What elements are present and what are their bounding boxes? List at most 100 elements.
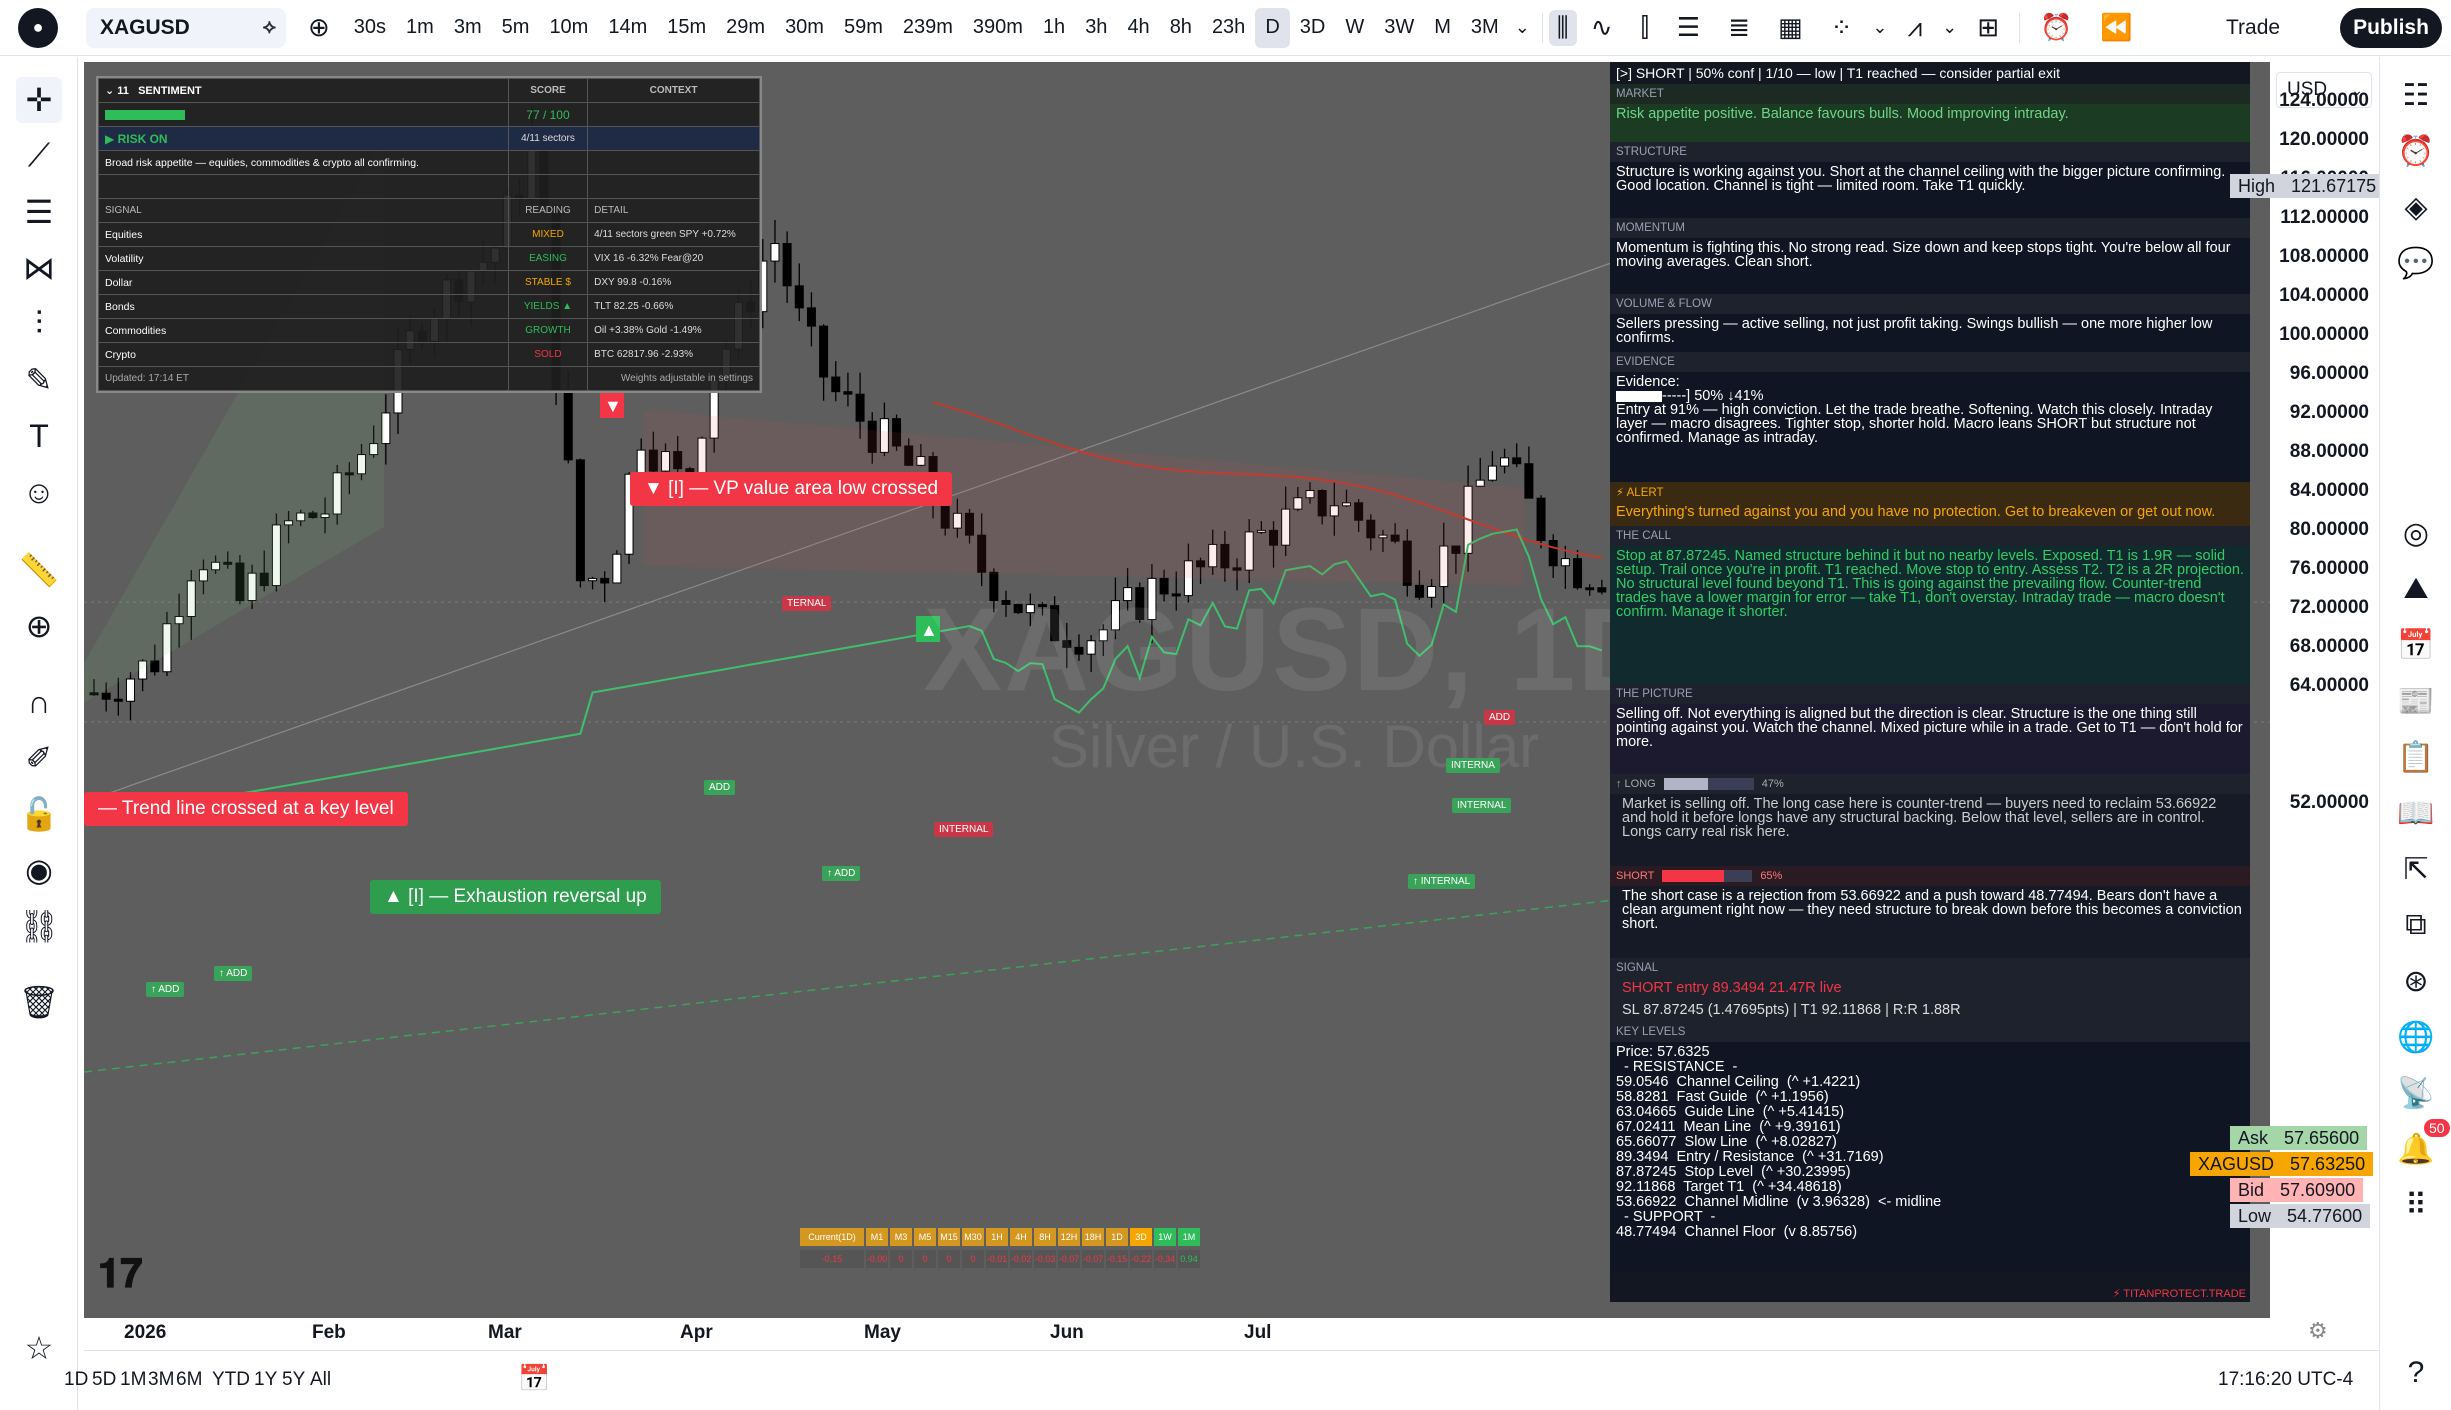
date-range-icon[interactable]: 📅 [518, 1363, 550, 1394]
app-logo[interactable]: ● [18, 7, 58, 48]
spark-icon[interactable]: ⟡ [263, 16, 276, 39]
interval-14m[interactable]: 14m [598, 8, 657, 48]
apps-grid-icon[interactable]: ⠿ [2394, 1183, 2438, 1227]
chart-pane[interactable]: ▼ ▲ XAGUSD, 1D Silver / U.S. Dollar — Tre… [84, 62, 2270, 1350]
internal-up-marker[interactable]: ↑ INTERNAL [1408, 874, 1476, 889]
ideas-icon[interactable]: ⇱ [2394, 847, 2438, 891]
interval-239m[interactable]: 239m [893, 8, 963, 48]
vp-crossed-tag[interactable]: ▼ [I] — VP value area low crossed [630, 472, 953, 506]
sentiment-table[interactable]: ⌄ 11 SENTIMENT SCORE CONTEXT 77 / 100 ▶ … [96, 76, 762, 393]
pulse-icon[interactable]: ⛰ [2394, 567, 2438, 611]
interval-23h[interactable]: 23h [1202, 8, 1255, 48]
interval-M[interactable]: M [1424, 8, 1461, 48]
pattern-icon[interactable]: ⋈ [16, 245, 62, 291]
chevron-down-icon-2[interactable]: ⌄ [1866, 17, 1893, 38]
book-icon[interactable]: 📖 [2394, 791, 2438, 835]
internal-marker-3[interactable]: INTERNA [1446, 758, 1500, 773]
candles-icon[interactable]: ⫼ [1548, 9, 1577, 46]
interval-W[interactable]: W [1335, 8, 1374, 48]
internal-marker-4[interactable]: INTERNAL [1452, 798, 1512, 813]
bell-icon[interactable]: 🔔 [2394, 1127, 2438, 1171]
range-1M[interactable]: 1M [120, 1369, 146, 1391]
interval-3h[interactable]: 3h [1075, 8, 1117, 48]
range-6M[interactable]: 6M [176, 1369, 202, 1391]
interval-1h[interactable]: 1h [1033, 8, 1075, 48]
range-5D[interactable]: 5D [92, 1369, 116, 1391]
chat-icon[interactable]: 💬 [2394, 241, 2438, 285]
interval-15m[interactable]: 15m [657, 8, 716, 48]
interval-D[interactable]: D [1255, 7, 1290, 48]
fib-icon[interactable]: ⫶ [16, 301, 62, 347]
interval-30m[interactable]: 30m [775, 8, 834, 48]
add-marker-4[interactable]: ↑ ADD [822, 866, 861, 881]
interval-4h[interactable]: 4h [1117, 8, 1159, 48]
calendar-icon[interactable]: 📅 [2394, 623, 2438, 667]
clock-display[interactable]: 17:16:20 UTC-4 [2218, 1369, 2353, 1391]
line-chart-icon[interactable]: ∿ [1577, 12, 1627, 43]
ruler-icon[interactable]: 📏 [16, 547, 62, 593]
layers-icon[interactable]: ◈ [2394, 185, 2438, 229]
interval-10m[interactable]: 10m [539, 8, 598, 48]
star-icon[interactable]: ☆ [16, 1325, 62, 1371]
trendline-icon[interactable]: ⟋ [16, 133, 62, 179]
bar-chart-icon[interactable]: ⫿ [1627, 12, 1663, 44]
brush-icon[interactable]: ✎ [16, 357, 62, 403]
tradingview-logo-icon[interactable]: 𝟏𝟕 [98, 1252, 142, 1297]
horizontal-lines-icon[interactable]: ☰ [16, 189, 62, 235]
lock-icon[interactable]: 🔓 [16, 791, 62, 837]
range-5Y[interactable]: 5Y [282, 1369, 305, 1391]
interval-8h[interactable]: 8h [1160, 8, 1202, 48]
interval-1m[interactable]: 1m [396, 8, 444, 48]
screener-icon[interactable]: 📋 [2394, 735, 2438, 779]
publish-button[interactable]: Publish [2340, 8, 2442, 48]
range-3M[interactable]: 3M [148, 1369, 174, 1391]
add-marker-right[interactable]: ADD [1484, 710, 1516, 725]
crosshair-icon[interactable]: ✛ [16, 77, 62, 123]
interval-30s[interactable]: 30s [344, 8, 396, 48]
internal-marker-2[interactable]: INTERNAL [934, 822, 994, 837]
add-marker[interactable]: ↑ ADD [146, 982, 185, 997]
range-1D[interactable]: 1D [64, 1369, 88, 1391]
trash-icon[interactable]: 🗑 [16, 979, 62, 1025]
alert-clock-icon[interactable]: ⏰ [2026, 12, 2086, 43]
add-marker-2[interactable]: ↑ ADD [214, 966, 253, 981]
replay-icon[interactable]: ⏪ [2086, 12, 2146, 43]
chevron-down-icon[interactable]: ⌄ [1509, 17, 1536, 38]
interval-3D[interactable]: 3D [1290, 8, 1336, 48]
magnet-icon[interactable]: ∩ [16, 679, 62, 725]
trade-button[interactable]: Trade [2210, 8, 2296, 48]
range-YTD[interactable]: YTD [212, 1369, 250, 1391]
stream-icon[interactable]: ⊛ [2394, 959, 2438, 1003]
internal-marker[interactable]: TERNAL [782, 596, 832, 611]
dom-icon[interactable]: ⧉ [2394, 903, 2438, 947]
eye-icon[interactable]: ◉ [16, 847, 62, 893]
watchlist-icon[interactable]: ☷ [2394, 73, 2438, 117]
add-symbol-icon[interactable]: ⊕ [294, 12, 344, 43]
globe-icon[interactable]: 🌐 [2394, 1015, 2438, 1059]
news-icon[interactable]: 📰 [2394, 679, 2438, 723]
exhaustion-tag[interactable]: ▲ [I] — Exhaustion reversal up [370, 880, 661, 914]
interval-5m[interactable]: 5m [492, 8, 540, 48]
broadcast-icon[interactable]: 📡 [2394, 1071, 2438, 1115]
target-icon[interactable]: ◎ [2394, 511, 2438, 555]
zoom-in-icon[interactable]: ⊕ [16, 603, 62, 649]
indicators-icon[interactable]: ⩘ [1893, 12, 1936, 44]
grid-icon[interactable]: ▦ [1764, 12, 1817, 43]
horizontal-bars-icon[interactable]: ≣ [1714, 12, 1764, 43]
volume-profile-icon[interactable]: ☰ [1663, 12, 1714, 43]
scatter-icon[interactable]: ⁘ [1817, 12, 1867, 43]
emoji-icon[interactable]: ☺ [16, 469, 62, 515]
trendline-crossed-tag[interactable]: — Trend line crossed at a key level [84, 792, 408, 826]
interval-390m[interactable]: 390m [963, 8, 1033, 48]
range-1Y[interactable]: 1Y [254, 1369, 277, 1391]
layout-icon[interactable]: ⊞ [1963, 12, 2013, 43]
help-icon[interactable]: ? [2394, 1351, 2438, 1395]
lock-drawing-icon[interactable]: ✐ [16, 735, 62, 781]
chevron-down-icon-3[interactable]: ⌄ [1936, 17, 1963, 38]
range-All[interactable]: All [310, 1369, 331, 1391]
alerts-icon[interactable]: ⏰ [2394, 129, 2438, 173]
time-axis[interactable]: 2026 Feb Mar Apr May Jun Jul ⚙ [84, 1318, 2328, 1350]
analysis-panel[interactable]: [>] SHORT | 50% conf | 1/10 — low | T1 r… [1610, 62, 2250, 1302]
text-icon[interactable]: T [16, 413, 62, 459]
interval-3m[interactable]: 3m [444, 8, 492, 48]
